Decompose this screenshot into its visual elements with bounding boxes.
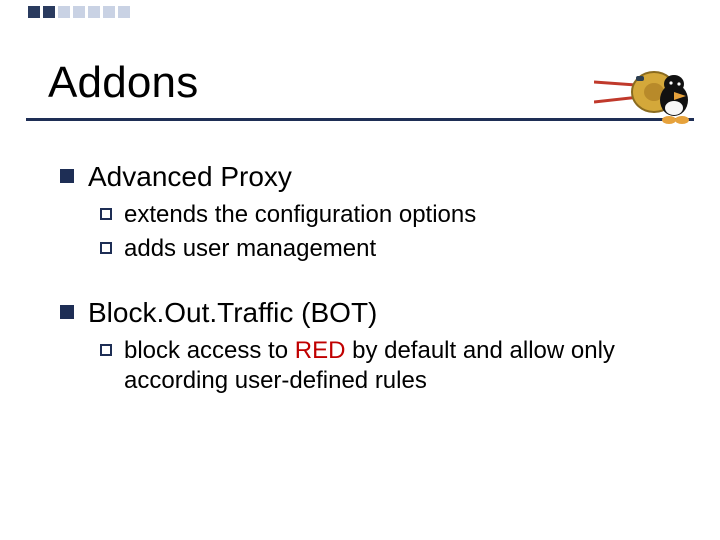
list-item: extends the configuration options — [100, 200, 680, 230]
hollow-square-bullet-icon — [100, 208, 112, 220]
square-icon — [43, 6, 55, 18]
slide-body: Advanced Proxy extends the configuration… — [60, 150, 680, 400]
section-heading: Advanced Proxy — [60, 160, 680, 194]
square-icon — [103, 6, 115, 18]
square-icon — [58, 6, 70, 18]
list-item-prefix: block access to — [124, 337, 295, 364]
hollow-square-bullet-icon — [100, 242, 112, 254]
hollow-square-bullet-icon — [100, 344, 112, 356]
slide: Addons Advanced Proxy extends the config… — [0, 0, 720, 540]
square-icon — [73, 6, 85, 18]
highlight-red: RED — [295, 337, 346, 364]
mascot-icon — [594, 52, 694, 132]
filled-square-bullet-icon — [60, 305, 74, 319]
slide-title: Addons — [48, 58, 198, 108]
section-heading-text: Block.Out.Traffic (BOT) — [88, 296, 377, 330]
list-item-text: extends the configuration options — [124, 200, 476, 230]
list-item-text: adds user management — [124, 234, 376, 264]
section-heading: Block.Out.Traffic (BOT) — [60, 296, 680, 330]
section-gap — [60, 268, 680, 286]
square-icon — [28, 6, 40, 18]
square-icon — [118, 6, 130, 18]
list-item: block access to RED by default and allow… — [100, 336, 680, 396]
list-item: adds user management — [100, 234, 680, 264]
section-heading-text: Advanced Proxy — [88, 160, 292, 194]
square-icon — [88, 6, 100, 18]
filled-square-bullet-icon — [60, 169, 74, 183]
list-item-text: block access to RED by default and allow… — [124, 336, 644, 396]
decoration-top-squares — [28, 6, 130, 18]
